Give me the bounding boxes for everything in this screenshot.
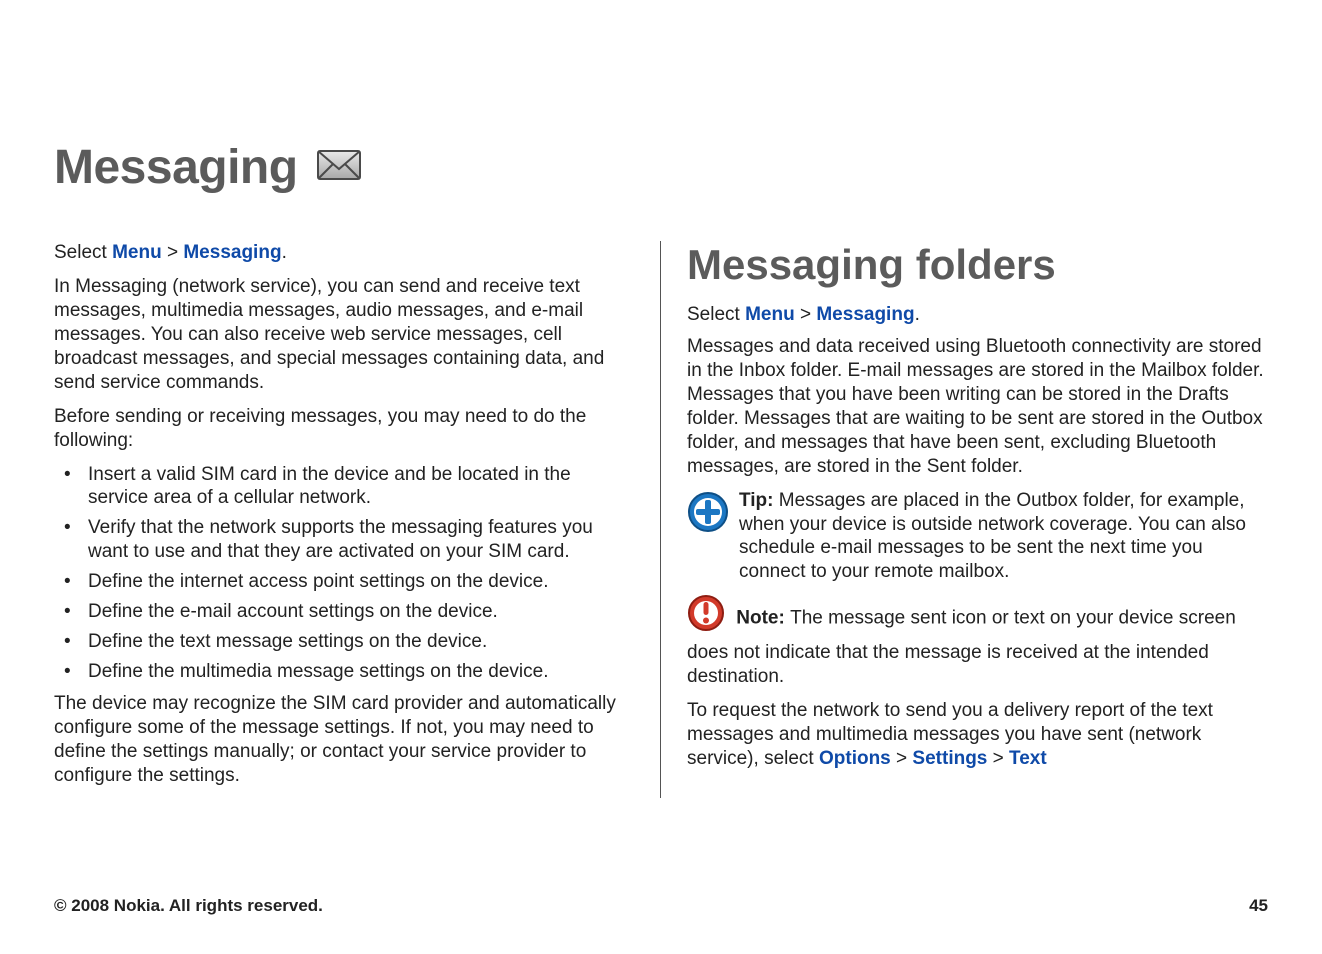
text-select-suffix: . bbox=[915, 304, 920, 325]
nav-sep: > bbox=[891, 748, 913, 769]
left-column: Select Menu > Messaging. In Messaging (n… bbox=[54, 241, 661, 798]
note-block: Note: The message sent icon or text on y… bbox=[687, 596, 1268, 689]
list-item: Define the text message settings on the … bbox=[54, 630, 634, 654]
left-para-sim: The device may recognize the SIM card pr… bbox=[54, 692, 634, 788]
nav-settings: Settings bbox=[912, 748, 987, 769]
nav-sep: > bbox=[987, 748, 1009, 769]
right-para-folders: Messages and data received using Bluetoo… bbox=[687, 335, 1268, 479]
nav-menu: Menu bbox=[745, 304, 795, 325]
footer-page-number: 45 bbox=[1249, 896, 1268, 916]
tip-label: Tip: bbox=[739, 490, 773, 511]
page-title: Messaging bbox=[54, 140, 298, 195]
right-select-line: Select Menu > Messaging. bbox=[687, 303, 1268, 327]
document-page: Messaging Select Menu > Messaging. bbox=[0, 0, 1322, 954]
list-item: Define the multimedia message settings o… bbox=[54, 660, 634, 684]
section-title: Messaging folders bbox=[687, 241, 1268, 289]
page-title-row: Messaging bbox=[54, 140, 1268, 195]
tip-plus-icon bbox=[687, 489, 729, 538]
left-para-before: Before sending or receiving messages, yo… bbox=[54, 405, 634, 453]
list-item: Define the internet access point setting… bbox=[54, 570, 634, 594]
text-select-suffix: . bbox=[282, 242, 287, 263]
right-column: Messaging folders Select Menu > Messagin… bbox=[661, 241, 1268, 798]
columns: Select Menu > Messaging. In Messaging (n… bbox=[54, 241, 1268, 798]
text-select-prefix: Select bbox=[687, 304, 745, 325]
tip-text-wrap: Tip: Messages are placed in the Outbox f… bbox=[739, 489, 1268, 585]
left-select-line: Select Menu > Messaging. bbox=[54, 241, 634, 265]
nav-messaging: Messaging bbox=[816, 304, 914, 325]
right-para-delivery: To request the network to send you a del… bbox=[687, 699, 1268, 771]
nav-options: Options bbox=[819, 748, 891, 769]
note-exclamation-icon bbox=[687, 594, 725, 639]
tip-text: Messages are placed in the Outbox folder… bbox=[739, 490, 1246, 583]
nav-text: Text bbox=[1009, 748, 1047, 769]
list-item: Insert a valid SIM card in the device an… bbox=[54, 463, 634, 511]
text-select-prefix: Select bbox=[54, 242, 112, 263]
left-bullet-list: Insert a valid SIM card in the device an… bbox=[54, 463, 634, 685]
list-item: Define the e-mail account settings on th… bbox=[54, 600, 634, 624]
page-footer: © 2008 Nokia. All rights reserved. 45 bbox=[54, 896, 1268, 916]
note-label: Note: bbox=[736, 608, 790, 629]
nav-messaging: Messaging bbox=[183, 242, 281, 263]
left-para-intro: In Messaging (network service), you can … bbox=[54, 275, 634, 395]
list-item: Verify that the network supports the mes… bbox=[54, 516, 634, 564]
nav-sep: > bbox=[795, 304, 817, 325]
envelope-icon bbox=[316, 147, 362, 188]
tip-block: Tip: Messages are placed in the Outbox f… bbox=[687, 489, 1268, 585]
footer-copyright: © 2008 Nokia. All rights reserved. bbox=[54, 896, 323, 916]
nav-menu: Menu bbox=[112, 242, 162, 263]
nav-sep: > bbox=[162, 242, 184, 263]
